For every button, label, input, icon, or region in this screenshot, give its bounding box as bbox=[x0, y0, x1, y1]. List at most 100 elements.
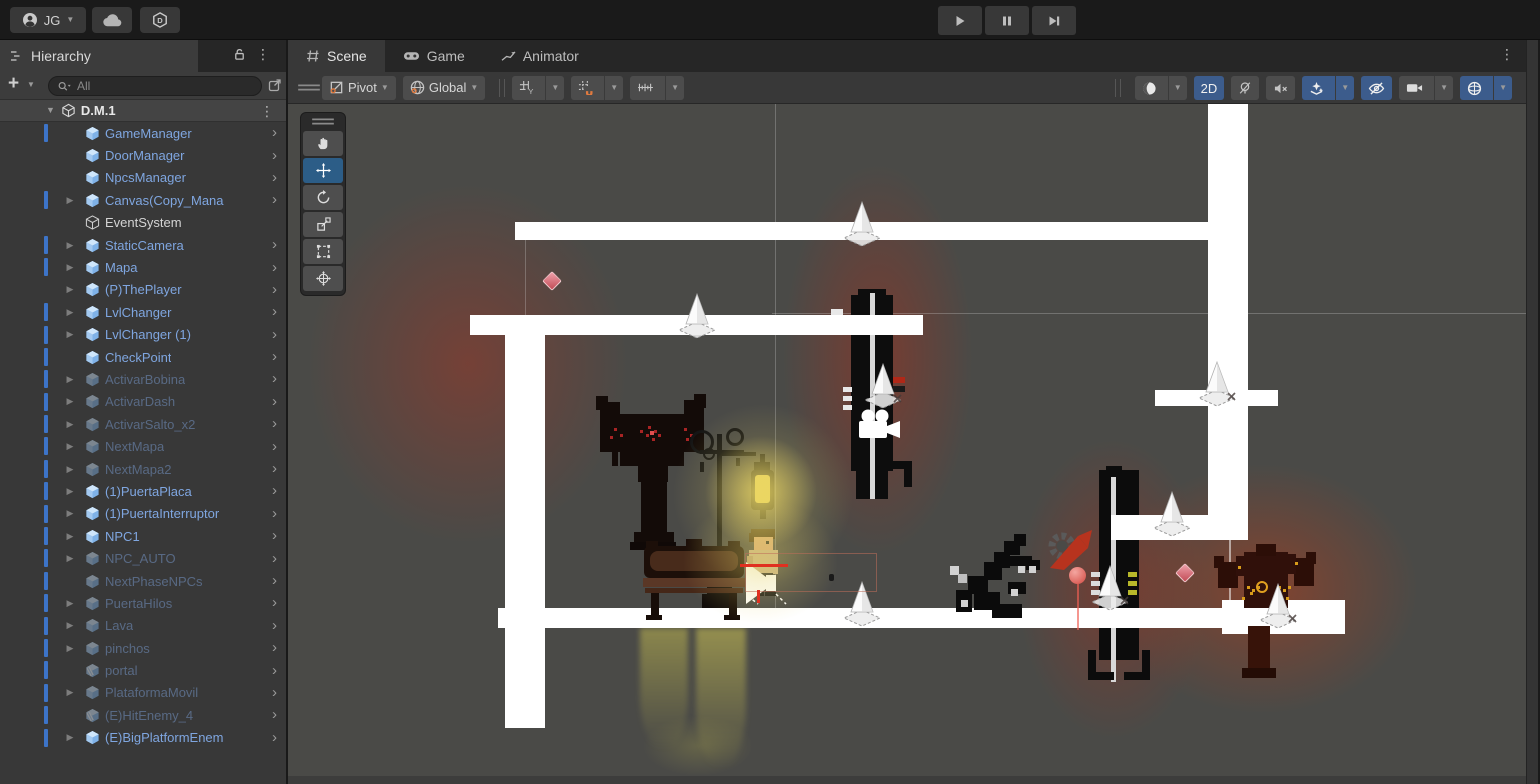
hierarchy-item[interactable]: portal› bbox=[0, 659, 286, 681]
sprite-block[interactable] bbox=[614, 428, 617, 431]
hierarchy-item[interactable]: ▶(1)PuertaInterruptor› bbox=[0, 503, 286, 525]
hierarchy-item[interactable]: DoorManager› bbox=[0, 144, 286, 166]
draw-mode-button-dropdown[interactable]: ▼ bbox=[1168, 76, 1187, 100]
hierarchy-item[interactable]: ▶Lava› bbox=[0, 615, 286, 637]
expand-arrow-icon[interactable]: ▶ bbox=[63, 308, 77, 317]
position-handle-sphere[interactable] bbox=[1069, 567, 1086, 584]
sprite-block[interactable] bbox=[612, 450, 618, 466]
camera-settings-button-dropdown[interactable]: ▼ bbox=[1434, 76, 1453, 100]
sprite-block[interactable] bbox=[1029, 566, 1036, 573]
prefab-open-chevron[interactable]: › bbox=[272, 330, 277, 340]
sprite-block[interactable] bbox=[650, 431, 654, 435]
hierarchy-item[interactable]: ▶(E)BigPlatformEnem› bbox=[0, 727, 286, 749]
hierarchy-item[interactable]: ▶Mapa› bbox=[0, 256, 286, 278]
prefab-open-chevron[interactable]: › bbox=[272, 666, 277, 676]
prefab-open-chevron[interactable]: › bbox=[272, 240, 277, 250]
sprite-block[interactable] bbox=[1247, 586, 1250, 589]
unlock-icon[interactable] bbox=[233, 48, 246, 61]
sprite-block[interactable] bbox=[728, 541, 740, 550]
sprite-block[interactable] bbox=[1295, 562, 1298, 565]
draw-mode-button[interactable]: ▼ bbox=[1135, 76, 1187, 100]
sprite-block[interactable] bbox=[766, 541, 769, 544]
audio-toggle[interactable] bbox=[1266, 76, 1295, 100]
hierarchy-item[interactable]: ▶NextMapa› bbox=[0, 435, 286, 457]
effects-toggle-main[interactable] bbox=[1302, 76, 1331, 100]
light-gizmo[interactable] bbox=[675, 292, 719, 342]
grid-visibility-button-dropdown[interactable]: ▼ bbox=[545, 76, 564, 100]
2d-toggle[interactable]: 2D bbox=[1194, 76, 1225, 100]
hierarchy-search-box[interactable] bbox=[48, 76, 262, 96]
sprite-block[interactable] bbox=[1018, 566, 1025, 573]
tab-hierarchy[interactable]: Hierarchy bbox=[0, 40, 198, 72]
sprite-block[interactable] bbox=[1242, 668, 1276, 678]
light-gizmo[interactable] bbox=[1150, 490, 1194, 540]
sprite-block[interactable] bbox=[694, 394, 706, 408]
sprite-block[interactable] bbox=[646, 434, 649, 437]
expand-arrow-icon[interactable]: ▶ bbox=[63, 532, 77, 541]
rect-tool[interactable] bbox=[303, 239, 343, 264]
expand-arrow-icon[interactable]: ▶ bbox=[63, 263, 77, 272]
transform-tool[interactable] bbox=[303, 266, 343, 291]
hierarchy-item[interactable]: NextPhaseNPCs› bbox=[0, 570, 286, 592]
snap-increment-button-dropdown[interactable]: ▼ bbox=[665, 76, 684, 100]
prefab-open-chevron[interactable]: › bbox=[272, 598, 277, 608]
expand-arrow-icon[interactable]: ▶ bbox=[63, 375, 77, 384]
prefab-open-chevron[interactable]: › bbox=[272, 307, 277, 317]
sprite-block[interactable] bbox=[678, 450, 684, 464]
grid-snapping-button[interactable]: ▼ bbox=[571, 76, 623, 100]
camera-settings-button-main[interactable] bbox=[1399, 76, 1430, 100]
snap-increment-button-main[interactable] bbox=[630, 76, 661, 100]
search-input[interactable] bbox=[77, 79, 227, 93]
kebab-menu-icon[interactable]: ⋮ bbox=[1500, 47, 1514, 61]
hierarchy-item[interactable]: ▶pinchos› bbox=[0, 637, 286, 659]
sprite-block[interactable] bbox=[722, 452, 756, 456]
sprite-block[interactable] bbox=[650, 551, 738, 571]
structure-block[interactable] bbox=[843, 405, 852, 410]
light-gizmo[interactable] bbox=[861, 362, 905, 412]
expand-arrow-icon[interactable]: ▶ bbox=[63, 241, 77, 250]
sprite-block[interactable] bbox=[684, 428, 687, 431]
prefab-open-chevron[interactable]: › bbox=[272, 374, 277, 384]
structure-block[interactable] bbox=[1124, 672, 1150, 680]
sprite-block[interactable] bbox=[638, 462, 668, 482]
rotate-tool[interactable] bbox=[303, 185, 343, 210]
expand-arrow-icon[interactable]: ▶ bbox=[63, 733, 77, 742]
expand-arrow-icon[interactable]: ▶ bbox=[63, 554, 77, 563]
scene-root-row[interactable]: ▼ D.M.1 ⋮ bbox=[0, 100, 286, 122]
expand-arrow-icon[interactable]: ▶ bbox=[63, 420, 77, 429]
pivot-mode-button[interactable]: Pivot▼ bbox=[322, 76, 396, 100]
hierarchy-item[interactable]: ▶NextMapa2› bbox=[0, 458, 286, 480]
hierarchy-item[interactable]: ▶StaticCamera› bbox=[0, 234, 286, 256]
light-gizmo[interactable] bbox=[1088, 564, 1132, 614]
hierarchy-item[interactable]: ▶PuertaHilos› bbox=[0, 592, 286, 614]
collectible-diamond[interactable] bbox=[542, 271, 562, 291]
hierarchy-item[interactable]: ▶LvlChanger› bbox=[0, 301, 286, 323]
toolbar-drag-handle[interactable] bbox=[296, 79, 322, 97]
prefab-open-chevron[interactable]: › bbox=[272, 397, 277, 407]
platform[interactable] bbox=[505, 335, 545, 728]
sprite-block[interactable] bbox=[596, 396, 608, 410]
expand-arrow-icon[interactable]: ▶ bbox=[63, 465, 77, 474]
sprite-block[interactable] bbox=[760, 454, 765, 462]
light-gizmo[interactable] bbox=[1195, 360, 1239, 410]
prefab-open-chevron[interactable]: › bbox=[272, 733, 277, 743]
structure-block[interactable] bbox=[843, 387, 852, 392]
tab-scene[interactable]: Scene bbox=[288, 40, 385, 72]
prefab-open-chevron[interactable]: › bbox=[272, 576, 277, 586]
disclosure-triangle-icon[interactable]: ▼ bbox=[46, 106, 55, 115]
light-gizmo[interactable] bbox=[840, 200, 884, 250]
sprite-block[interactable] bbox=[1250, 592, 1253, 595]
prefab-open-chevron[interactable]: › bbox=[272, 263, 277, 273]
sprite-block[interactable] bbox=[610, 436, 613, 439]
hierarchy-item[interactable]: ▶(1)PuertaPlaca› bbox=[0, 480, 286, 502]
light-gizmo[interactable] bbox=[1256, 582, 1300, 632]
grid-snapping-button-dropdown[interactable]: ▼ bbox=[604, 76, 623, 100]
sprite-block[interactable] bbox=[658, 434, 661, 437]
cloud-services-button[interactable] bbox=[92, 7, 132, 33]
prefab-open-chevron[interactable]: › bbox=[272, 554, 277, 564]
sprite-block[interactable] bbox=[1306, 552, 1316, 564]
camera-settings-button[interactable]: ▼ bbox=[1399, 76, 1453, 100]
sprite-block[interactable] bbox=[652, 438, 655, 441]
sprite-block[interactable] bbox=[643, 578, 745, 587]
expand-arrow-icon[interactable]: ▶ bbox=[63, 644, 77, 653]
